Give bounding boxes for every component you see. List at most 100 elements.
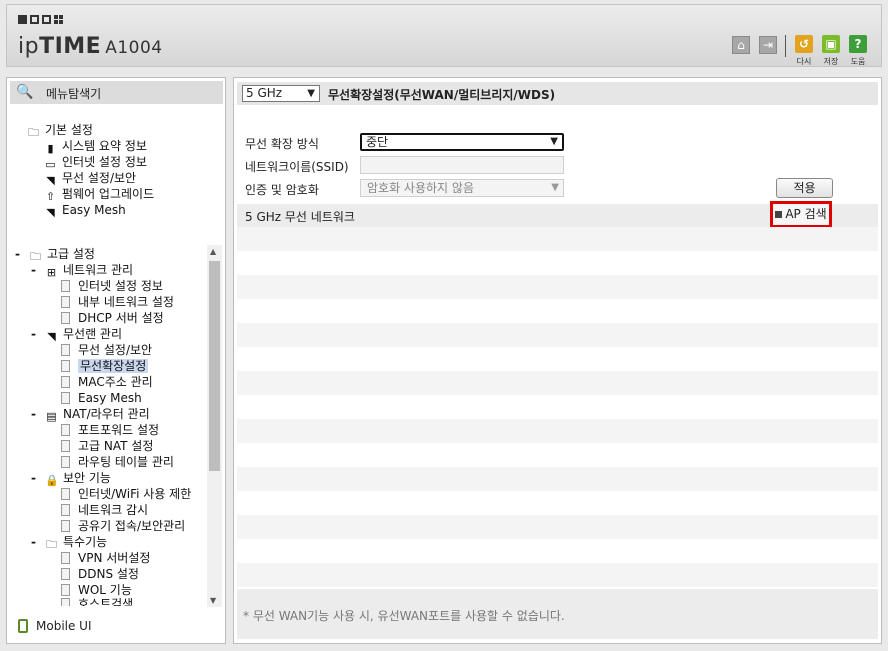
network-section-label: 5 GHz 무선 네트워크 [245,210,355,224]
footer-note-area: * 무선 WAN기능 사용 시, 유선WAN포트를 사용할 수 없습니다. [237,589,878,639]
network-icon: ⊞ [46,266,57,279]
mode-row: 무선 확장 방식 중단 ▼ [237,131,878,154]
page-icon [61,456,70,468]
logout-icon[interactable]: ⇥ [759,36,777,54]
help-label: 도움 [850,57,866,66]
collapse-icon[interactable]: - [31,406,39,422]
tree-group-security[interactable]: - 🔒 보안 기능 [31,470,111,487]
ssid-field[interactable] [360,156,564,174]
tree-item-wireless-security[interactable]: ◥ 무선 설정/보안 [44,170,136,187]
band-select[interactable]: 5 GHz ▼ [242,85,320,102]
apply-button[interactable]: 적용 [776,178,833,198]
tree-item[interactable]: 무선 설정/보안 [61,342,152,358]
collapse-icon[interactable]: - [31,326,39,342]
search-icon: 🔍 [16,84,34,100]
tree-item[interactable]: VPN 서버설정 [61,550,150,566]
wifi-icon: ◥ [47,330,56,343]
tree-group-network[interactable]: - ⊞ 네트워크 관리 [31,262,133,279]
auth-row: 인증 및 암호화 암호화 사용하지 않음 ▼ 적용 [237,177,878,200]
page-icon [61,598,70,606]
chevron-down-icon: ▼ [551,182,559,193]
folder-icon: 🗀 [46,538,57,551]
logo-mark [18,15,63,24]
page-icon [61,584,70,596]
ap-search-button[interactable]: AP 검색 [770,201,832,228]
chevron-down-icon: ▼ [307,88,315,99]
tree-item[interactable]: 인터넷 설정 정보 [61,278,163,294]
page-icon [61,312,70,324]
collapse-icon[interactable]: - [15,246,23,262]
tree-item-internet-info[interactable]: ▭ 인터넷 설정 정보 [44,154,147,171]
sidebar-scrollbar[interactable]: ▲ ▼ [207,245,222,607]
tree-item[interactable]: DHCP 서버 설정 [61,310,164,326]
collapse-icon[interactable]: - [31,470,39,486]
lock-icon: 🔒 [45,474,59,487]
footer-note: * 무선 WAN기능 사용 시, 유선WAN포트를 사용할 수 없습니다. [243,609,565,623]
scrollbar-thumb[interactable] [209,261,220,471]
tree-item[interactable]: Easy Mesh [61,390,142,406]
list-row [237,395,878,419]
list-row [237,419,878,443]
tree-item[interactable]: 인터넷/WiFi 사용 제한 [61,486,191,502]
tree-group-wireless[interactable]: - ◥ 무선랜 관리 [31,326,122,343]
ssid-label: 네트워크이름(SSID) [245,160,349,174]
tree-group-special[interactable]: - 🗀 특수기능 [31,534,107,551]
page-icon [61,488,70,500]
list-row [237,323,878,347]
page-icon [61,568,70,580]
tree-item[interactable]: 내부 네트워크 설정 [61,294,174,310]
chevron-down-icon: ▼ [550,136,558,147]
list-row [237,299,878,323]
ssid-row: 네트워크이름(SSID) [237,154,878,177]
list-row [237,275,878,299]
page-icon [61,552,70,564]
tree-item[interactable]: 포트포워드 설정 [61,422,159,438]
list-row [237,563,878,587]
mobile-ui-link[interactable]: Mobile UI [18,616,92,636]
menu-explorer-panel: 🔍 메뉴탐색기 🗀 기본 설정 ▮ 시스템 요약 정보 ▭ 인터넷 설정 정보 ◥ 무선… [6,77,226,644]
tree-item-selected[interactable]: 무선확장설정 [61,358,149,374]
tree-item[interactable]: DDNS 설정 [61,566,139,582]
tree-item[interactable]: MAC주소 관리 [61,374,153,390]
tree-item-easy-mesh[interactable]: ◥ Easy Mesh [44,202,125,219]
tree-group-nat[interactable]: - ▤ NAT/라우터 관리 [31,406,150,423]
top-header: ipTIME A1004 ⌂ ⇥ ↺ 다시 ▣ 저장 ? 도움 [6,4,882,67]
collapse-icon[interactable]: - [31,534,39,550]
page-icon [61,360,70,372]
collapse-icon[interactable]: - [31,262,39,278]
auth-select[interactable]: 암호화 사용하지 않음 ▼ [360,179,564,197]
help-button[interactable]: ? 도움 [840,35,876,67]
main-panel: 5 GHz ▼ 무선확장설정(무선WAN/멀티브리지/WDS) 무선 확장 방식 … [233,77,882,644]
mode-label: 무선 확장 방식 [245,137,319,151]
tree-item[interactable]: 라우팅 테이블 관리 [61,454,174,470]
tree-item[interactable]: 공유기 접속/보안관리 [61,518,185,534]
tree-item[interactable]: 네트워크 감시 [61,502,148,518]
home-icon[interactable]: ⌂ [732,36,750,54]
mode-select[interactable]: 중단 ▼ [360,133,564,151]
mobile-icon [18,619,28,633]
page-title: 무선확장설정(무선WAN/멀티브리지/WDS) [328,88,556,102]
list-row [237,347,878,371]
menu-explorer-header: 🔍 메뉴탐색기 [10,81,223,104]
tree-item-system-summary[interactable]: ▮ 시스템 요약 정보 [44,138,146,155]
list-row [237,467,878,491]
tree-item[interactable]: 고급 NAT 설정 [61,438,153,454]
reload-icon: ↺ [795,35,813,53]
page-icon [61,520,70,532]
page-icon [61,296,70,308]
list-row [237,491,878,515]
tree-item[interactable]: 호스트검색 [61,596,133,606]
list-row [237,371,878,395]
tree-basic-settings[interactable]: 🗀 기본 설정 [27,122,93,139]
menu-explorer-title: 메뉴탐색기 [46,87,102,101]
router-icon: ▤ [46,410,57,423]
tree-item-firmware-upgrade[interactable]: ⇧ 펌웨어 업그레이드 [44,186,154,203]
scroll-down-icon[interactable]: ▼ [210,596,216,605]
model-name: A1004 [105,38,163,58]
page-icon [61,392,70,404]
save-icon: ▣ [822,35,840,53]
page-icon [61,376,70,388]
network-section-header: 5 GHz 무선 네트워크 AP 검색 [237,201,878,228]
scroll-up-icon[interactable]: ▲ [210,247,216,256]
tree-advanced-settings[interactable]: - 🗀 고급 설정 [15,246,95,263]
